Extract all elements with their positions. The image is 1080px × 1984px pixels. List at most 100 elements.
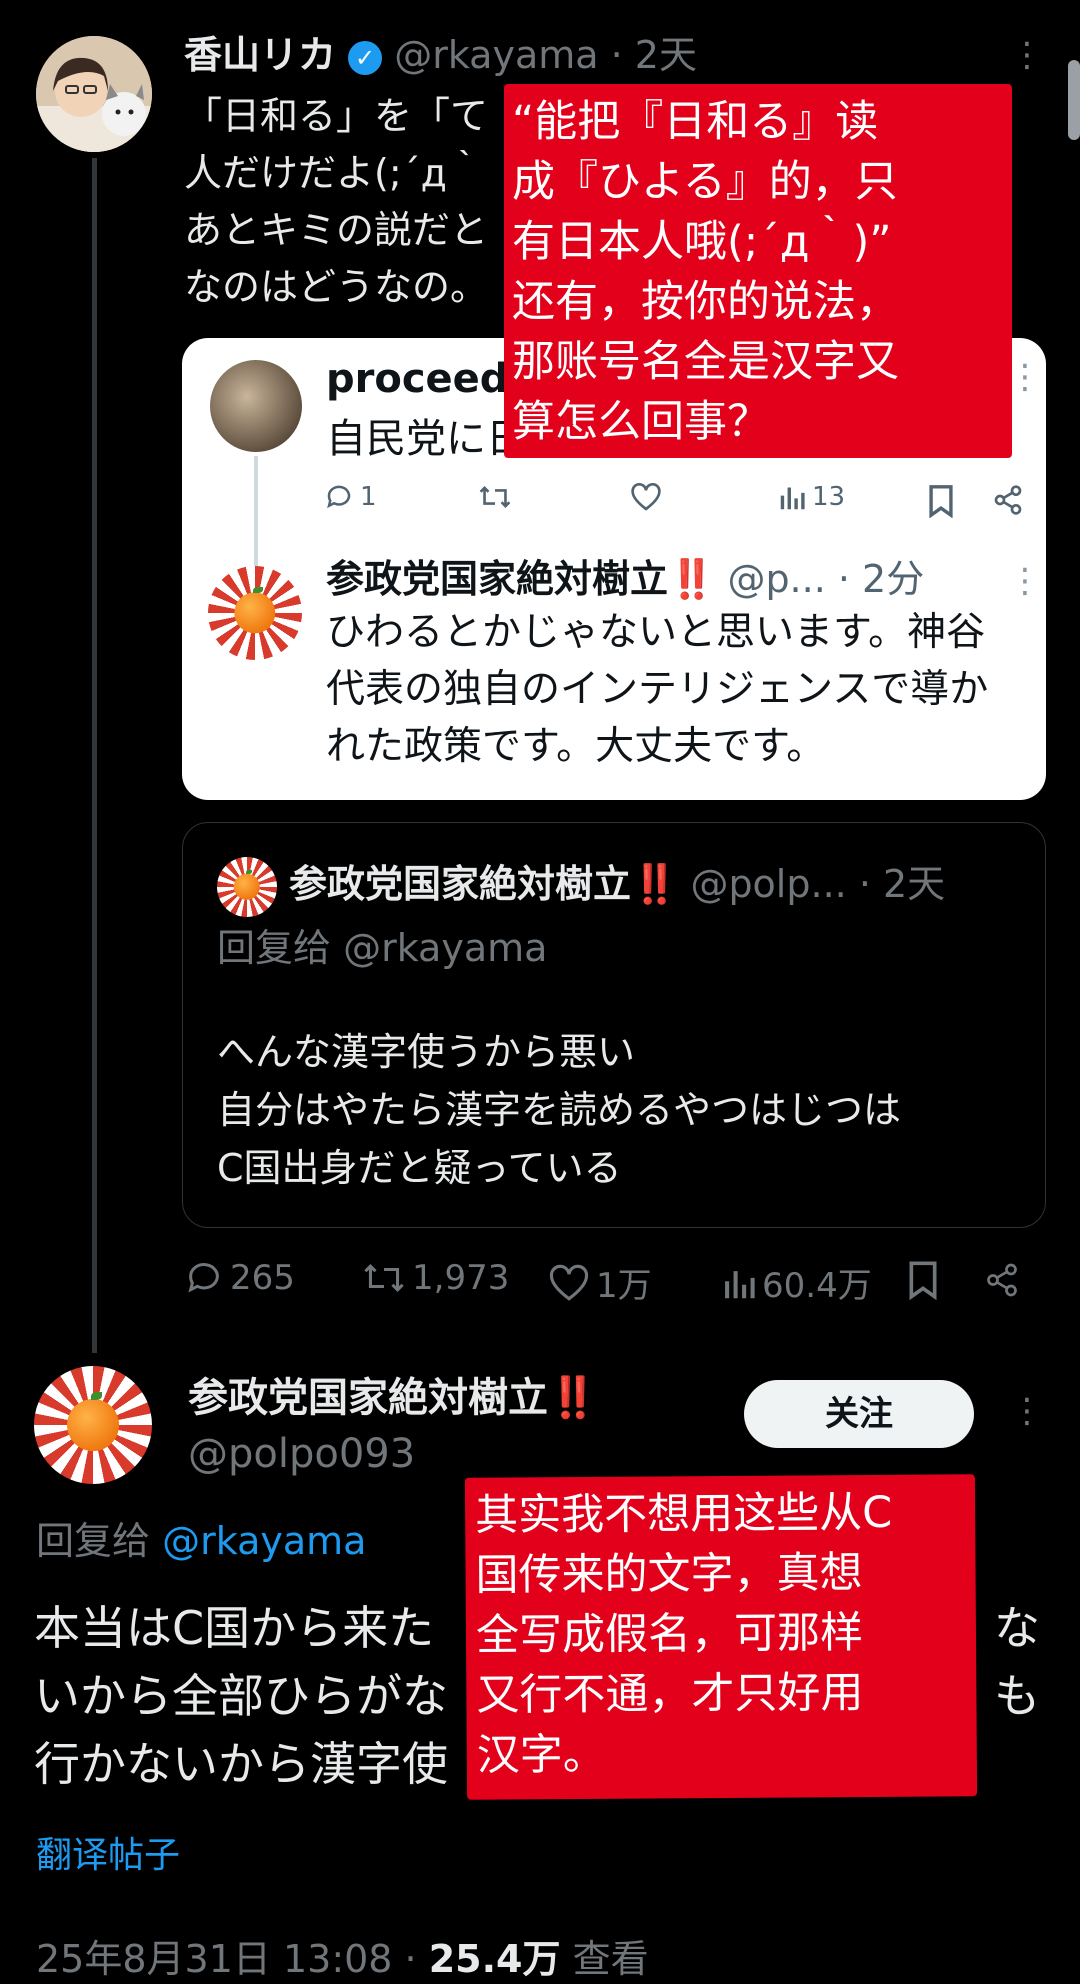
retweet-count: 1,973 — [412, 1258, 510, 1298]
annotation-line: “能把『日和る』读 — [512, 97, 879, 147]
heart-icon — [631, 483, 661, 511]
kayama-avatar[interactable] — [36, 36, 152, 152]
quoted-post-card[interactable]: 参政党国家絶対樹立‼️ @polp... · 2天 回复给 @rkayama へ… — [182, 822, 1046, 1228]
post-time: · 2天 — [858, 862, 946, 906]
like-count: 1万 — [596, 1266, 652, 1306]
reply-icon — [188, 1263, 219, 1293]
bookmark-icon — [929, 485, 953, 518]
author-handle: @polp... — [690, 862, 847, 906]
text-line: あとキミの説だと — [184, 208, 489, 252]
text-line: 行かないから漢字使 — [34, 1737, 448, 1791]
retweet-icon — [479, 485, 511, 509]
reply-to-prefix: 回复给 — [36, 1519, 151, 1563]
post-time[interactable]: · 2天 — [611, 33, 697, 77]
more-options-icon: ⋮ — [1008, 561, 1042, 601]
timestamp-text: 25年8月31日 13:08 · — [36, 1937, 429, 1981]
text-line: へんな漢字使うから悪い — [217, 1030, 636, 1074]
views-icon — [725, 1270, 755, 1298]
views-count: 25.4万 — [428, 1937, 561, 1981]
text-line: C国出身だと疑っている — [217, 1146, 622, 1190]
reply-button[interactable]: 265 — [184, 1258, 295, 1298]
retweet-icon — [364, 1263, 404, 1293]
double-exclamation-icon: ‼️ — [668, 557, 716, 601]
annotation-line: 又行不通，才只好用 — [476, 1668, 864, 1721]
author-handle: @p... — [727, 557, 826, 601]
views-stat: 13 — [778, 482, 845, 512]
reply-author-name-row: 参政党国家絶対樹立‼️ — [188, 1372, 598, 1424]
proceed-post-text: 自民党に日 — [326, 416, 526, 462]
reply-to-label: 回复给 @rkayama — [36, 1516, 366, 1566]
main-post-text: 「日和る」を「て 人だけだよ(;´д｀ あとキミの説だと なのはどうなの。 — [184, 88, 488, 316]
double-exclamation-icon: ‼️ — [631, 862, 679, 906]
like-stat — [630, 482, 662, 512]
author-name: 参政党国家絶対樹立 — [289, 862, 632, 906]
reply-author-avatar[interactable] — [34, 1366, 152, 1484]
annotation-box: 其实我不想用这些从C 国传来的文字，真想 全写成假名，可那样 又行不通，才只好用… — [464, 1474, 978, 1800]
author-name: 参政党国家絶対樹立 — [326, 557, 669, 601]
text-line: 人だけだよ(;´д｀ — [184, 151, 485, 195]
author-handle[interactable]: @polpo093 — [188, 1428, 415, 1480]
annotation-line: 那账号名全是汉字又 — [512, 337, 899, 387]
text-line: ひわるとかじゃないと思います。神谷 — [326, 610, 986, 655]
bookmark-icon[interactable] — [906, 1260, 940, 1300]
reply-to-label: 回复给 @rkayama — [217, 926, 548, 970]
sansei-post-text: ひわるとかじゃないと思います。神谷 代表の独自のインテリジェンスで導か れた政策… — [326, 604, 988, 775]
like-button[interactable]: 1万 — [548, 1258, 652, 1307]
quote-post-text: へんな漢字使うから悪い 自分はやたら漢字を読めるやつはじつは C国出身だと疑って… — [217, 1023, 901, 1197]
thread-connector-line — [92, 158, 97, 1353]
heart-icon — [549, 1264, 589, 1301]
text-line: 「日和る」を「て — [184, 94, 489, 138]
text-line: 自分はやたら漢字を読めるやつはじつは — [217, 1088, 902, 1132]
more-options-icon: ⋮ — [1008, 357, 1042, 397]
more-options-icon[interactable]: ⋮ — [1010, 38, 1044, 72]
more-options-icon[interactable]: ⋮ — [1010, 1394, 1044, 1428]
verified-badge-icon: ✓ — [348, 40, 383, 75]
author-name[interactable]: 香山リカ — [184, 33, 336, 77]
post-time: · 2分 — [837, 557, 925, 601]
annotation-line: 算怎么回事？ — [512, 397, 770, 447]
text-fragment: な — [994, 1601, 1040, 1655]
scrollbar[interactable] — [1068, 60, 1080, 140]
reply-to-handle-link[interactable]: @rkayama — [162, 1519, 366, 1563]
double-exclamation-icon: ‼️ — [548, 1375, 598, 1421]
author-name[interactable]: 参政党国家絶対樹立 — [188, 1375, 548, 1421]
author-handle[interactable]: @rkayama — [394, 33, 598, 77]
reply-count: 1 — [360, 482, 377, 512]
annotation-box: “能把『日和る』读 成『ひよる』的，只 有日本人哦(;´д｀)” 还有，按你的说… — [504, 84, 1012, 458]
views-label: 查看 — [572, 1937, 649, 1981]
annotation-line: 其实我不想用这些从C — [474, 1487, 893, 1541]
text-line: なのはどうなの。 — [184, 265, 489, 309]
quote-post-header: 参政党国家絶対樹立‼️ @polp... · 2天 — [289, 859, 945, 909]
sansei-avatar — [208, 566, 302, 660]
views-icon — [780, 487, 805, 510]
text-fragment: も — [994, 1669, 1040, 1723]
main-post-header: 香山リカ ✓ @rkayama · 2天 — [184, 30, 697, 80]
annotation-line: 有日本人哦(;´д｀)” — [512, 217, 892, 267]
annotation-line: 还有，按你的说法， — [512, 277, 899, 327]
retweet-stat — [478, 482, 512, 512]
text-line: 代表の独自のインテリジェンスで導か — [326, 667, 989, 712]
annotation-line: 成『ひよる』的，只 — [512, 157, 898, 207]
views-button[interactable]: 60.4万 — [722, 1258, 872, 1307]
sansei-post-header: 参政党国家絶対樹立‼️ @p... · 2分 — [326, 554, 924, 604]
views-count: 60.4万 — [762, 1266, 872, 1306]
reply-stat: 1 — [324, 482, 377, 512]
text-line: いから全部ひらがな — [34, 1669, 448, 1723]
annotation-line: 国传来的文字，真想 — [475, 1548, 863, 1601]
share-icon[interactable] — [984, 1262, 1020, 1298]
views-count: 13 — [812, 482, 846, 512]
annotation-line: 全写成假名，可那样 — [475, 1608, 864, 1661]
proceed-avatar — [210, 360, 302, 452]
reply-post-text: 本当はC国から来た いから全部ひらがな 行かないから漢字使 — [34, 1594, 448, 1798]
post-timestamp: 25年8月31日 13:08 · 25.4万 查看 — [36, 1934, 649, 1984]
reply-icon — [327, 485, 351, 509]
annotation-line: 汉字。 — [476, 1729, 606, 1781]
reply-count: 265 — [230, 1258, 295, 1298]
quote-author-avatar — [217, 857, 277, 917]
proceed-author-name: proceed — [326, 356, 509, 402]
share-icon — [994, 485, 1022, 515]
follow-button[interactable]: 关注 — [744, 1380, 974, 1448]
text-line: れた政策です。大丈夫です。 — [326, 724, 826, 769]
retweet-button[interactable]: 1,973 — [362, 1258, 509, 1298]
translate-post-link[interactable]: 翻译帖子 — [36, 1826, 180, 1878]
